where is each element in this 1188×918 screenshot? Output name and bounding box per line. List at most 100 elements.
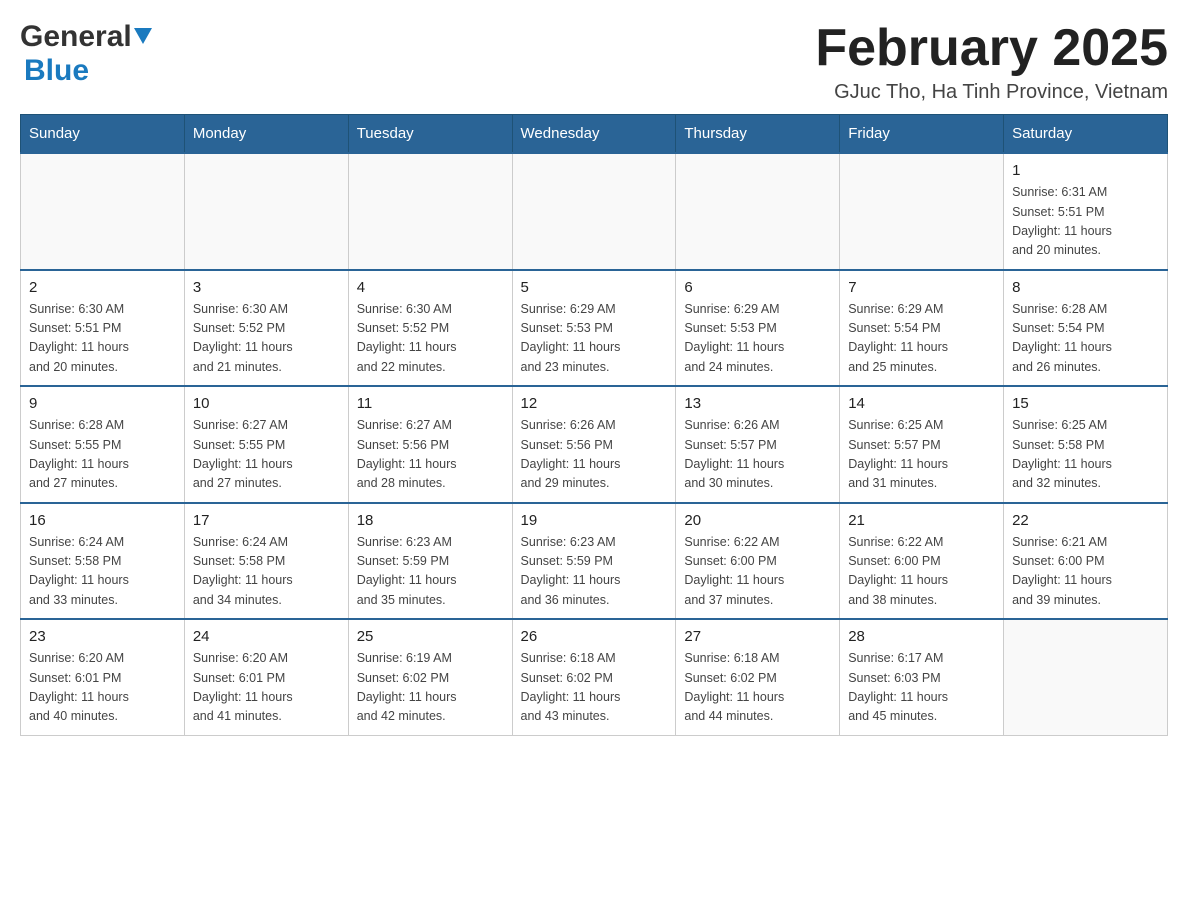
- day-number: 4: [357, 279, 504, 296]
- calendar-day-cell: [1004, 619, 1168, 735]
- day-number: 18: [357, 512, 504, 529]
- day-info: Sunrise: 6:30 AMSunset: 5:52 PMDaylight:…: [357, 300, 504, 378]
- calendar-day-cell: 27 Sunrise: 6:18 AMSunset: 6:02 PMDayligh…: [676, 619, 840, 735]
- calendar-day-cell: 11Sunrise: 6:27 AMSunset: 5:56 PMDayligh…: [348, 386, 512, 503]
- calendar-day-cell: 4 Sunrise: 6:30 AMSunset: 5:52 PMDaylight…: [348, 270, 512, 387]
- day-info: Sunrise: 6:21 AMSunset: 6:00 PMDaylight:…: [1012, 533, 1159, 611]
- day-number: 17: [193, 512, 340, 529]
- calendar-day-cell: 7Sunrise: 6:29 AMSunset: 5:54 PMDaylight…: [840, 270, 1004, 387]
- day-number: 25: [357, 628, 504, 645]
- month-title: February 2025: [815, 20, 1168, 77]
- calendar-day-cell: 17Sunrise: 6:24 AMSunset: 5:58 PMDayligh…: [184, 503, 348, 620]
- day-info: Sunrise: 6:31 AMSunset: 5:51 PMDaylight:…: [1012, 183, 1159, 261]
- day-number: 22: [1012, 512, 1159, 529]
- calendar-day-cell: 28 Sunrise: 6:17 AMSunset: 6:03 PMDayligh…: [840, 619, 1004, 735]
- day-number: 11: [357, 395, 504, 412]
- day-number: 1: [1012, 162, 1159, 179]
- calendar-header-row: SundayMondayTuesdayWednesdayThursdayFrid…: [21, 115, 1168, 154]
- calendar-day-cell: 18 Sunrise: 6:23 AMSunset: 5:59 PMDayligh…: [348, 503, 512, 620]
- calendar-week-row: 9Sunrise: 6:28 AMSunset: 5:55 PMDaylight…: [21, 386, 1168, 503]
- calendar-table: SundayMondayTuesdayWednesdayThursdayFrid…: [20, 114, 1168, 736]
- day-number: 14: [848, 395, 995, 412]
- calendar-day-cell: 13 Sunrise: 6:26 AMSunset: 5:57 PMDayligh…: [676, 386, 840, 503]
- day-number: 7: [848, 279, 995, 296]
- day-number: 3: [193, 279, 340, 296]
- day-info: Sunrise: 6:26 AMSunset: 5:57 PMDaylight:…: [684, 416, 831, 494]
- calendar-day-cell: 23 Sunrise: 6:20 AMSunset: 6:01 PMDayligh…: [21, 619, 185, 735]
- calendar-day-cell: 16 Sunrise: 6:24 AMSunset: 5:58 PMDayligh…: [21, 503, 185, 620]
- day-number: 23: [29, 628, 176, 645]
- page-header: General Blue February 2025 GJuc Tho, Ha …: [20, 20, 1168, 104]
- day-number: 26: [521, 628, 668, 645]
- day-info: Sunrise: 6:18 AMSunset: 6:02 PMDaylight:…: [684, 649, 831, 727]
- day-info: Sunrise: 6:23 AMSunset: 5:59 PMDaylight:…: [357, 533, 504, 611]
- day-info: Sunrise: 6:22 AMSunset: 6:00 PMDaylight:…: [684, 533, 831, 611]
- day-info: Sunrise: 6:17 AMSunset: 6:03 PMDaylight:…: [848, 649, 995, 727]
- day-info: Sunrise: 6:24 AMSunset: 5:58 PMDaylight:…: [29, 533, 176, 611]
- calendar-day-cell: 12 Sunrise: 6:26 AMSunset: 5:56 PMDayligh…: [512, 386, 676, 503]
- calendar-day-cell: 20Sunrise: 6:22 AMSunset: 6:00 PMDayligh…: [676, 503, 840, 620]
- calendar-day-header: Friday: [840, 115, 1004, 154]
- day-info: Sunrise: 6:23 AMSunset: 5:59 PMDaylight:…: [521, 533, 668, 611]
- calendar-day-header: Monday: [184, 115, 348, 154]
- day-number: 27: [684, 628, 831, 645]
- calendar-day-header: Saturday: [1004, 115, 1168, 154]
- calendar-day-cell: [21, 153, 185, 270]
- calendar-week-row: 1 Sunrise: 6:31 AMSunset: 5:51 PMDaylight…: [21, 153, 1168, 270]
- calendar-week-row: 23 Sunrise: 6:20 AMSunset: 6:01 PMDayligh…: [21, 619, 1168, 735]
- calendar-week-row: 16 Sunrise: 6:24 AMSunset: 5:58 PMDayligh…: [21, 503, 1168, 620]
- day-number: 10: [193, 395, 340, 412]
- calendar-day-header: Thursday: [676, 115, 840, 154]
- day-number: 16: [29, 512, 176, 529]
- logo-blue-text: Blue: [24, 54, 89, 87]
- calendar-day-header: Sunday: [21, 115, 185, 154]
- day-number: 21: [848, 512, 995, 529]
- day-number: 5: [521, 279, 668, 296]
- calendar-day-header: Wednesday: [512, 115, 676, 154]
- logo-general-text: General: [20, 20, 132, 54]
- calendar-day-cell: 9Sunrise: 6:28 AMSunset: 5:55 PMDaylight…: [21, 386, 185, 503]
- title-section: February 2025 GJuc Tho, Ha Tinh Province…: [815, 20, 1168, 104]
- day-info: Sunrise: 6:28 AMSunset: 5:54 PMDaylight:…: [1012, 300, 1159, 378]
- day-info: Sunrise: 6:26 AMSunset: 5:56 PMDaylight:…: [521, 416, 668, 494]
- calendar-day-cell: 8 Sunrise: 6:28 AMSunset: 5:54 PMDaylight…: [1004, 270, 1168, 387]
- day-info: Sunrise: 6:28 AMSunset: 5:55 PMDaylight:…: [29, 416, 176, 494]
- logo-arrow-icon: [134, 28, 152, 51]
- calendar-day-cell: 19 Sunrise: 6:23 AMSunset: 5:59 PMDayligh…: [512, 503, 676, 620]
- logo: General Blue: [20, 20, 152, 88]
- calendar-day-header: Tuesday: [348, 115, 512, 154]
- day-info: Sunrise: 6:27 AMSunset: 5:55 PMDaylight:…: [193, 416, 340, 494]
- calendar-day-cell: 21 Sunrise: 6:22 AMSunset: 6:00 PMDayligh…: [840, 503, 1004, 620]
- calendar-day-cell: 2 Sunrise: 6:30 AMSunset: 5:51 PMDaylight…: [21, 270, 185, 387]
- calendar-week-row: 2 Sunrise: 6:30 AMSunset: 5:51 PMDaylight…: [21, 270, 1168, 387]
- day-info: Sunrise: 6:22 AMSunset: 6:00 PMDaylight:…: [848, 533, 995, 611]
- calendar-day-cell: 10 Sunrise: 6:27 AMSunset: 5:55 PMDayligh…: [184, 386, 348, 503]
- calendar-day-cell: 1 Sunrise: 6:31 AMSunset: 5:51 PMDaylight…: [1004, 153, 1168, 270]
- day-info: Sunrise: 6:30 AMSunset: 5:51 PMDaylight:…: [29, 300, 176, 378]
- day-info: Sunrise: 6:25 AMSunset: 5:58 PMDaylight:…: [1012, 416, 1159, 494]
- calendar-day-cell: [512, 153, 676, 270]
- day-number: 19: [521, 512, 668, 529]
- day-number: 6: [684, 279, 831, 296]
- day-info: Sunrise: 6:18 AMSunset: 6:02 PMDaylight:…: [521, 649, 668, 727]
- day-info: Sunrise: 6:30 AMSunset: 5:52 PMDaylight:…: [193, 300, 340, 378]
- day-info: Sunrise: 6:20 AMSunset: 6:01 PMDaylight:…: [29, 649, 176, 727]
- calendar-day-cell: 26 Sunrise: 6:18 AMSunset: 6:02 PMDayligh…: [512, 619, 676, 735]
- calendar-day-cell: 22 Sunrise: 6:21 AMSunset: 6:00 PMDayligh…: [1004, 503, 1168, 620]
- day-info: Sunrise: 6:29 AMSunset: 5:53 PMDaylight:…: [521, 300, 668, 378]
- day-number: 8: [1012, 279, 1159, 296]
- day-info: Sunrise: 6:29 AMSunset: 5:53 PMDaylight:…: [684, 300, 831, 378]
- day-number: 12: [521, 395, 668, 412]
- day-number: 2: [29, 279, 176, 296]
- calendar-day-cell: 25 Sunrise: 6:19 AMSunset: 6:02 PMDayligh…: [348, 619, 512, 735]
- calendar-day-cell: 14Sunrise: 6:25 AMSunset: 5:57 PMDayligh…: [840, 386, 1004, 503]
- day-number: 13: [684, 395, 831, 412]
- calendar-day-cell: [840, 153, 1004, 270]
- calendar-day-cell: 6 Sunrise: 6:29 AMSunset: 5:53 PMDaylight…: [676, 270, 840, 387]
- calendar-day-cell: 5 Sunrise: 6:29 AMSunset: 5:53 PMDaylight…: [512, 270, 676, 387]
- day-number: 28: [848, 628, 995, 645]
- calendar-day-cell: 3 Sunrise: 6:30 AMSunset: 5:52 PMDaylight…: [184, 270, 348, 387]
- calendar-day-cell: 24Sunrise: 6:20 AMSunset: 6:01 PMDayligh…: [184, 619, 348, 735]
- day-info: Sunrise: 6:20 AMSunset: 6:01 PMDaylight:…: [193, 649, 340, 727]
- day-info: Sunrise: 6:19 AMSunset: 6:02 PMDaylight:…: [357, 649, 504, 727]
